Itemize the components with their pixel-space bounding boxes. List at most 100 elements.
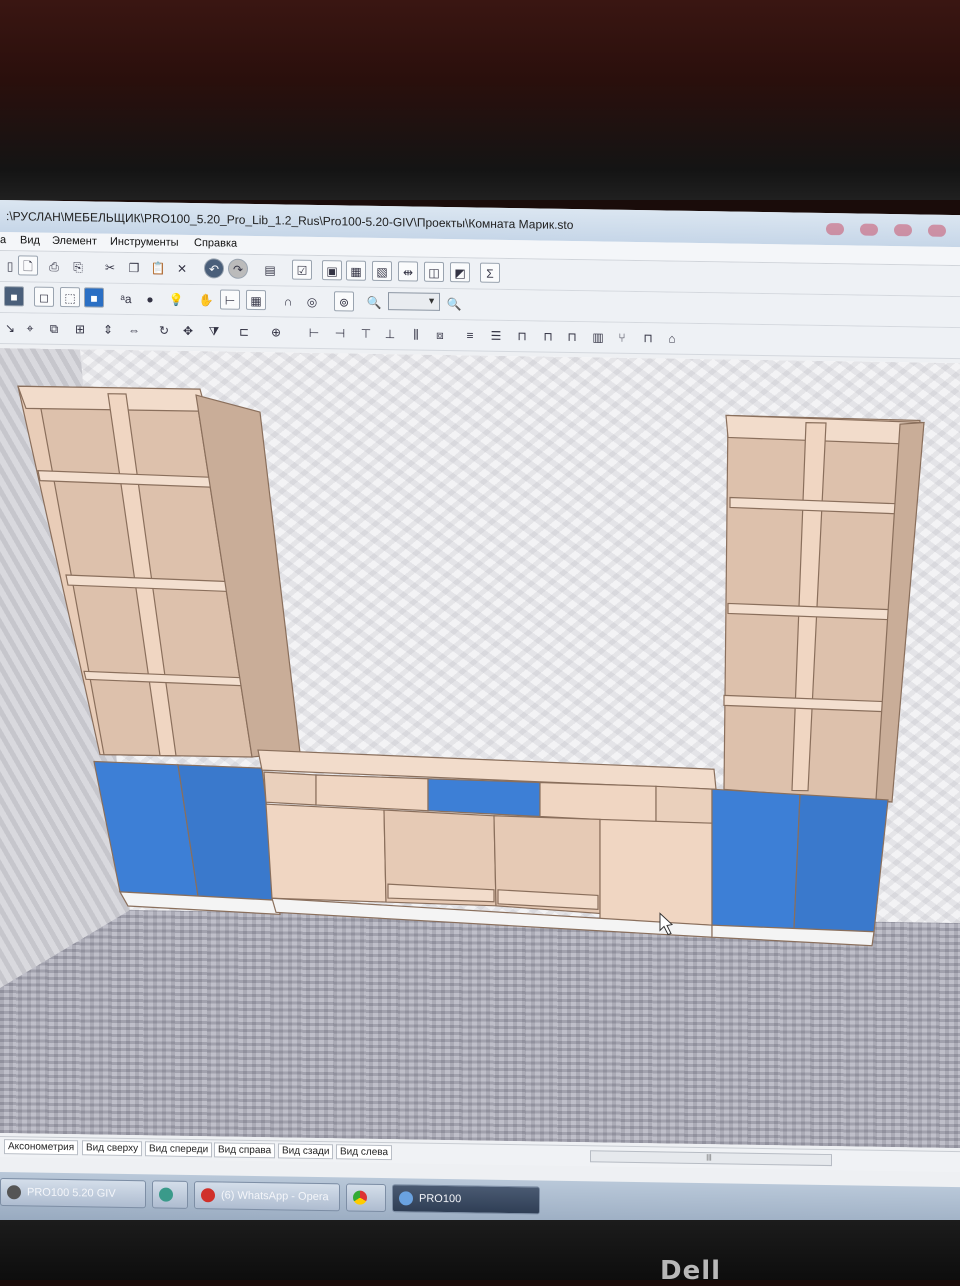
right-tall-cabinet[interactable] [711, 414, 925, 947]
rotate-icon[interactable]: ↻ [154, 319, 174, 339]
magnet-icon[interactable]: ∩ [278, 290, 298, 310]
desk-cabinet-right [599, 818, 713, 926]
shelf-distribute-icon[interactable]: ☰ [486, 325, 506, 345]
properties-icon[interactable]: ▤ [260, 259, 280, 279]
sum-icon[interactable]: Σ [480, 262, 500, 283]
bench-icon[interactable]: ⊓ [638, 327, 658, 347]
ungroup-icon[interactable]: ⊞ [70, 318, 90, 338]
tab-right-view[interactable]: Вид справа [214, 1142, 276, 1159]
box-view-icon[interactable]: ◻ [34, 286, 54, 307]
font-icon[interactable]: ᵃa [116, 288, 136, 308]
panel-icon[interactable]: ⊓ [512, 325, 532, 345]
measure-icon[interactable]: ⊢ [220, 289, 240, 310]
chart-icon[interactable]: ▥ [588, 326, 608, 346]
tab-axonometry[interactable]: Аксонометрия [4, 1139, 79, 1156]
chair-icon[interactable]: ⑂ [612, 327, 632, 347]
open-file-icon[interactable]: 🗋 [18, 255, 38, 276]
wireframe-view-icon[interactable]: ⬚ [60, 286, 80, 308]
tab-back-view[interactable]: Вид сзади [278, 1143, 334, 1160]
align-top-icon[interactable]: ⊤ [356, 323, 376, 343]
desk-drawer-open-left [263, 771, 317, 806]
distribute-icon[interactable]: ⫼ [406, 323, 426, 343]
tab-front-view[interactable]: Вид спереди [145, 1141, 213, 1158]
3d-viewport[interactable] [0, 348, 960, 1149]
desk-drawer-front-right [539, 781, 657, 823]
textured-view-icon[interactable]: ■ [84, 287, 104, 308]
zoom-out-icon[interactable]: 🔍 [364, 292, 384, 312]
paste-icon[interactable]: 📋 [148, 257, 168, 277]
export-icon[interactable]: ▧ [372, 260, 392, 282]
render-icon[interactable]: ◩ [450, 262, 470, 283]
copy-icon[interactable]: ❐ [124, 257, 144, 277]
move-horizontal-icon[interactable]: ⇔ [124, 319, 144, 339]
menu-tools[interactable]: Инструменты [110, 236, 179, 249]
extra-button[interactable] [928, 224, 946, 237]
group-icon[interactable]: ⧉ [44, 318, 64, 338]
photo-background-top [0, 0, 960, 200]
center-icon[interactable]: ⊕ [266, 321, 286, 341]
solid-view-icon[interactable]: ■ [4, 286, 24, 307]
align-bottom-icon[interactable]: ⊥ [380, 323, 400, 343]
furniture-model[interactable] [0, 348, 960, 1148]
taskbar-item-browser[interactable] [152, 1180, 188, 1209]
taskbar-label: PRO100 5.20 GIV [27, 1186, 116, 1200]
mirror-icon[interactable]: ⧩ [204, 320, 224, 340]
frame-icon[interactable]: ⊓ [562, 326, 582, 346]
redo-icon[interactable]: ↷ [228, 258, 248, 279]
taskbar-label: PRO100 [419, 1192, 462, 1206]
light-bulb-icon[interactable]: 💡 [166, 289, 186, 309]
materials-icon[interactable]: ● [140, 288, 160, 308]
preview-icon[interactable]: ⎘ [68, 256, 88, 276]
left-tall-cabinet[interactable] [17, 385, 301, 916]
target-icon[interactable]: ◎ [302, 291, 322, 311]
align-center-icon[interactable]: ⊣ [330, 322, 350, 342]
tab-top-view[interactable]: Вид сверху [82, 1140, 143, 1157]
taskbar-item-pro100[interactable]: PRO100 [392, 1184, 540, 1215]
taskbar-item-pro100-giv[interactable]: PRO100 5.20 GIV [0, 1178, 146, 1209]
scroll-thumb[interactable]: ||| [701, 1154, 717, 1161]
lamp-icon[interactable]: ⌂ [662, 327, 682, 347]
align-left-icon[interactable]: ⊢ [304, 322, 324, 342]
pointer-icon[interactable]: ↘ [0, 317, 20, 337]
desk-drawer-open-right [655, 785, 713, 824]
cutting-icon[interactable]: ◫ [424, 261, 444, 282]
grid-icon[interactable]: ▦ [246, 289, 266, 311]
menu-help[interactable]: Справка [194, 237, 237, 250]
print-icon[interactable]: ⎙ [44, 256, 64, 276]
undo-icon[interactable]: ↶ [204, 258, 224, 279]
select-icon[interactable]: ⌖ [20, 317, 40, 337]
checklist-icon[interactable]: ☑ [292, 259, 312, 280]
hand-icon[interactable]: ✋ [196, 289, 216, 309]
align-icon[interactable]: ⊏ [234, 321, 254, 341]
table-icon[interactable]: ⊓ [538, 325, 558, 345]
pro100-icon [399, 1191, 413, 1206]
zoom-select[interactable]: ▼ [388, 292, 440, 311]
minimize-button[interactable] [826, 222, 844, 236]
delete-icon[interactable]: ✕ [172, 258, 192, 278]
center-desk-unit[interactable] [257, 749, 717, 938]
shelf-align-icon[interactable]: ≡ [460, 324, 480, 344]
desk-drawer-front-left [315, 774, 429, 812]
taskbar-item-chrome[interactable] [346, 1183, 386, 1213]
app-icon [7, 1185, 21, 1200]
close-button[interactable] [894, 224, 912, 237]
monitor-bezel [0, 1220, 960, 1280]
taskbar-item-opera[interactable]: (6) WhatsApp - Opera [194, 1181, 340, 1212]
move-vertical-icon[interactable]: ⇕ [98, 319, 118, 339]
dimension-icon[interactable]: ⇹ [398, 261, 418, 282]
menu-element[interactable]: Элемент [52, 235, 97, 248]
cut-icon[interactable]: ✂ [100, 257, 120, 277]
menu-view[interactable]: Вид [20, 234, 40, 246]
zoom-in-icon[interactable]: 🔍 [444, 293, 464, 313]
tab-left-view[interactable]: Вид слева [336, 1144, 393, 1161]
right-door-1 [711, 788, 801, 930]
snap-icon[interactable]: ⊚ [334, 291, 354, 312]
stack-icon[interactable]: ⧈ [430, 324, 450, 344]
layers-icon[interactable]: ▣ [322, 260, 342, 281]
menu-file[interactable]: а [0, 234, 6, 246]
maximize-button[interactable] [860, 223, 878, 236]
opera-icon [201, 1188, 215, 1203]
new-file-icon[interactable]: ▯ [0, 255, 20, 275]
move-all-icon[interactable]: ✥ [178, 320, 198, 340]
report-icon[interactable]: ▦ [346, 260, 366, 281]
